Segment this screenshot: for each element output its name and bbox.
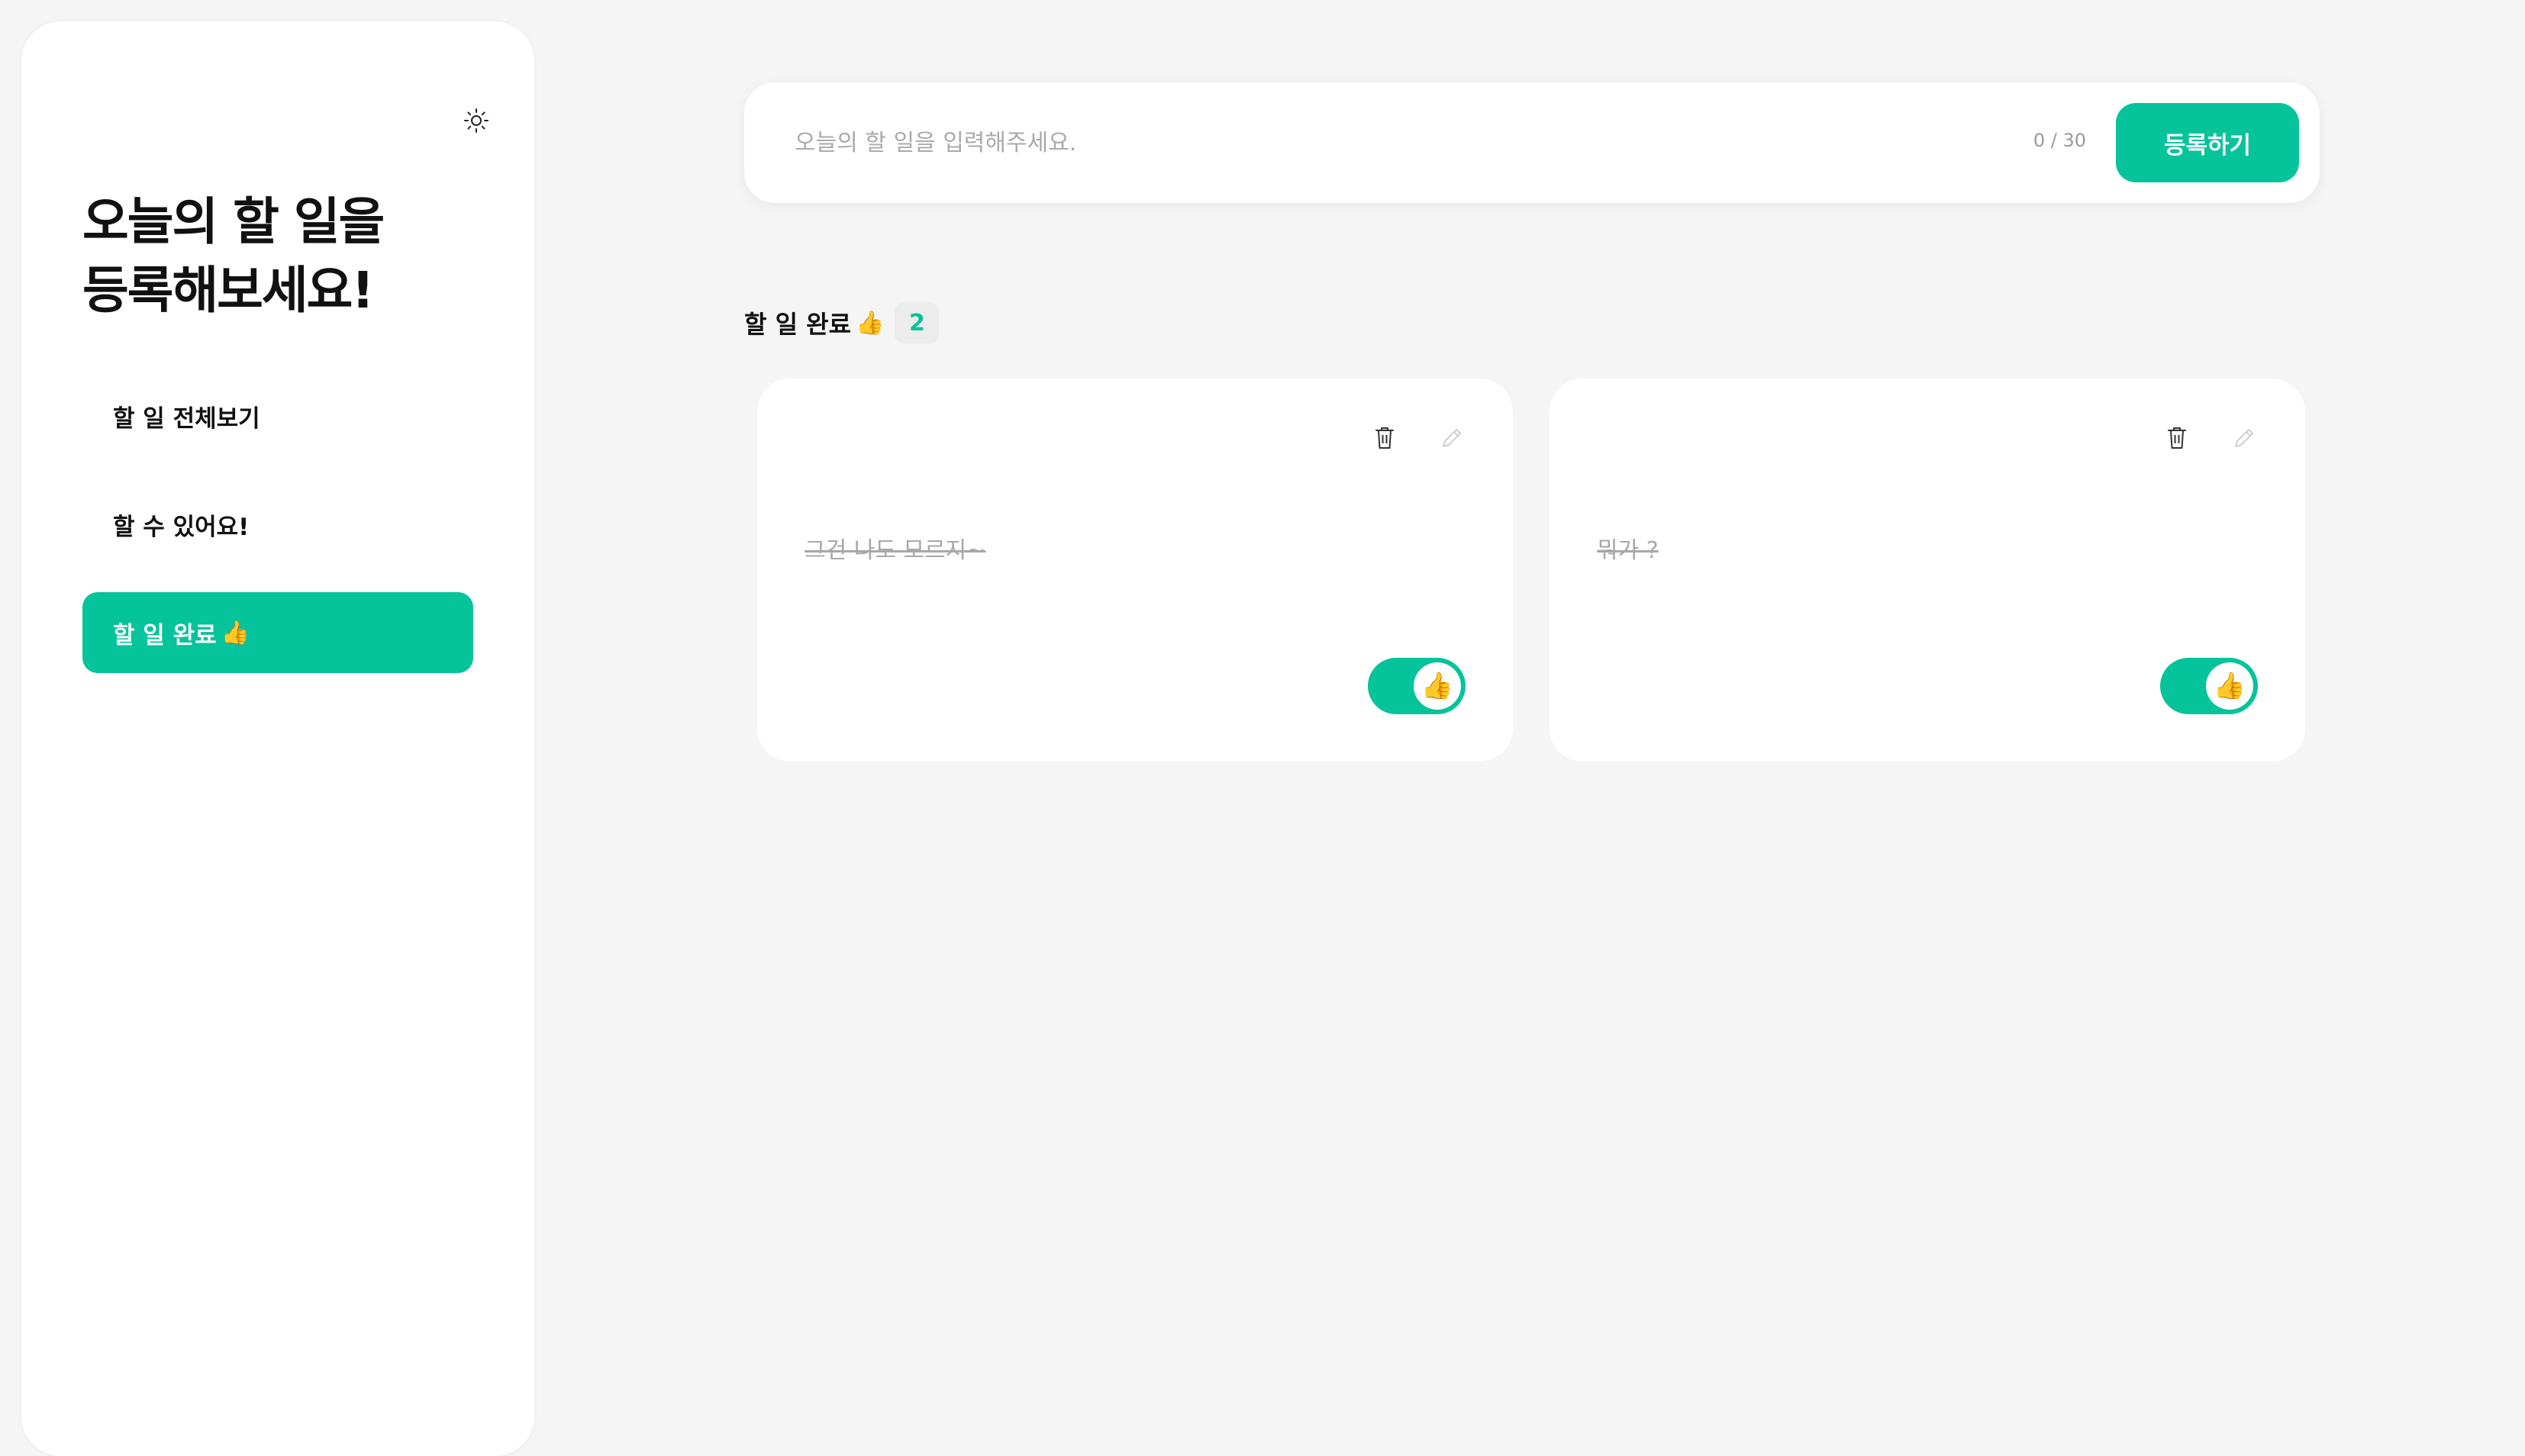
- char-counter: 0 / 30: [2033, 130, 2086, 151]
- thumbs-up-icon: 👍: [1414, 662, 1461, 710]
- submit-button[interactable]: 등록하기: [2116, 103, 2299, 182]
- todo-card: 뭐가 ? 👍: [1550, 378, 2305, 762]
- section-header: 할 일 완료 👍 2: [744, 302, 940, 343]
- todo-input[interactable]: [795, 116, 1940, 169]
- thumbs-up-icon: 👍: [856, 309, 885, 337]
- card-actions: [2162, 420, 2259, 456]
- todo-card: 그건 나도 모르지~ 👍: [757, 378, 1513, 762]
- card-actions: [1369, 420, 1467, 456]
- count-badge: 2: [895, 302, 940, 343]
- page-title: 오늘의 할 일을 등록해보세요!: [82, 192, 385, 320]
- sidebar-item-label: 할 일 완료: [113, 621, 217, 649]
- done-toggle[interactable]: 👍: [1368, 658, 1466, 714]
- thumbs-up-icon: 👍: [2206, 662, 2253, 710]
- sidebar-item-all[interactable]: 할 일 전체보기: [82, 375, 473, 456]
- sidebar-item-done[interactable]: 할 일 완료 👍: [82, 592, 473, 673]
- pencil-icon[interactable]: [1437, 420, 1467, 456]
- pencil-icon[interactable]: [2229, 420, 2259, 456]
- sidebar-item-todo[interactable]: 할 수 있어요!: [82, 484, 473, 565]
- section-title: 할 일 완료: [744, 310, 852, 339]
- sun-icon[interactable]: [456, 101, 496, 140]
- sidebar-item-label: 할 일 전체보기: [113, 404, 260, 433]
- trash-icon[interactable]: [2162, 420, 2192, 456]
- todo-input-bar: 0 / 30 등록하기: [744, 82, 2320, 203]
- sidebar-nav: 할 일 전체보기 할 수 있어요! 할 일 완료 👍: [82, 375, 473, 701]
- done-toggle[interactable]: 👍: [2160, 658, 2258, 714]
- todo-text: 그건 나도 모르지~: [805, 537, 986, 564]
- trash-icon[interactable]: [1369, 420, 1400, 456]
- thumbs-up-icon: 👍: [221, 619, 250, 646]
- sidebar: 오늘의 할 일을 등록해보세요! 할 일 전체보기 할 수 있어요! 할 일 완…: [21, 21, 534, 1456]
- todo-text: 뭐가 ?: [1597, 537, 1659, 564]
- sidebar-item-label: 할 수 있어요!: [113, 513, 250, 541]
